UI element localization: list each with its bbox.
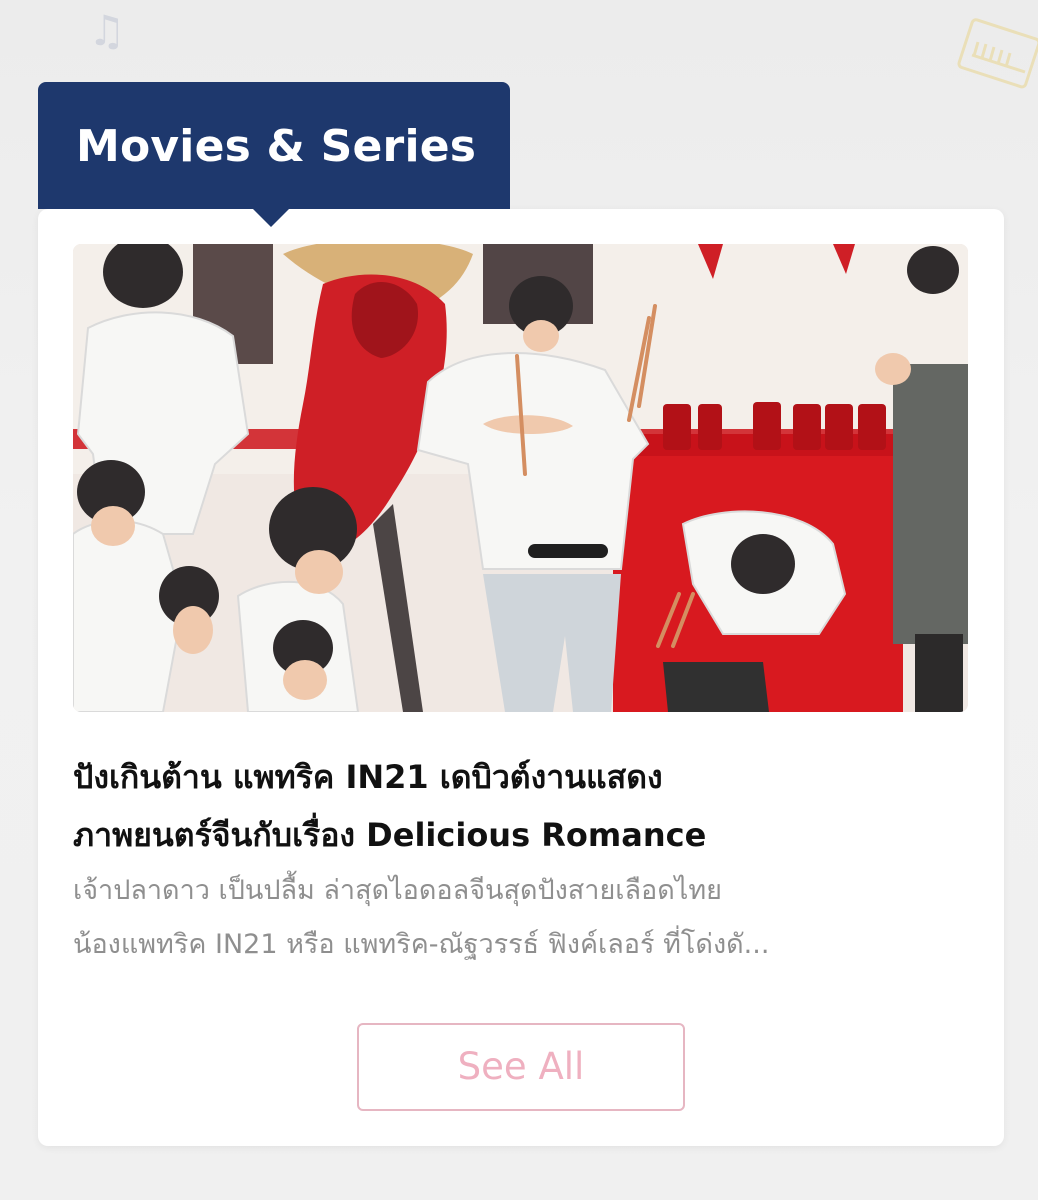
section-title: Movies & Series bbox=[76, 121, 477, 172]
tab-pointer bbox=[253, 209, 289, 227]
music-note-icon: ♫ bbox=[88, 6, 126, 55]
article-title-line-2: ภาพยนตร์จีนกับเรื่อง Delicious Romance bbox=[73, 816, 707, 854]
article-excerpt-line-2: น้องแพทริค IN21 หรือ แพทริค-ณัฐวรรธ์ ฟิง… bbox=[73, 929, 770, 960]
section-tab-movies-series: Movies & Series bbox=[38, 82, 510, 209]
see-all-button[interactable]: See All bbox=[357, 1023, 685, 1111]
article-image[interactable] bbox=[73, 244, 968, 712]
article-excerpt: เจ้าปลาดาว เป็นปลื้ม ล่าสุดไอดอลจีนสุดปั… bbox=[73, 864, 973, 972]
article-title[interactable]: ปังเกินต้าน แพทริค IN21 เดบิวต์งานแสดง ภ… bbox=[73, 748, 973, 864]
ticket-icon bbox=[957, 18, 1038, 89]
article-excerpt-line-1: เจ้าปลาดาว เป็นปลื้ม ล่าสุดไอดอลจีนสุดปั… bbox=[73, 875, 722, 906]
article-title-line-1: ปังเกินต้าน แพทริค IN21 เดบิวต์งานแสดง bbox=[73, 758, 663, 796]
